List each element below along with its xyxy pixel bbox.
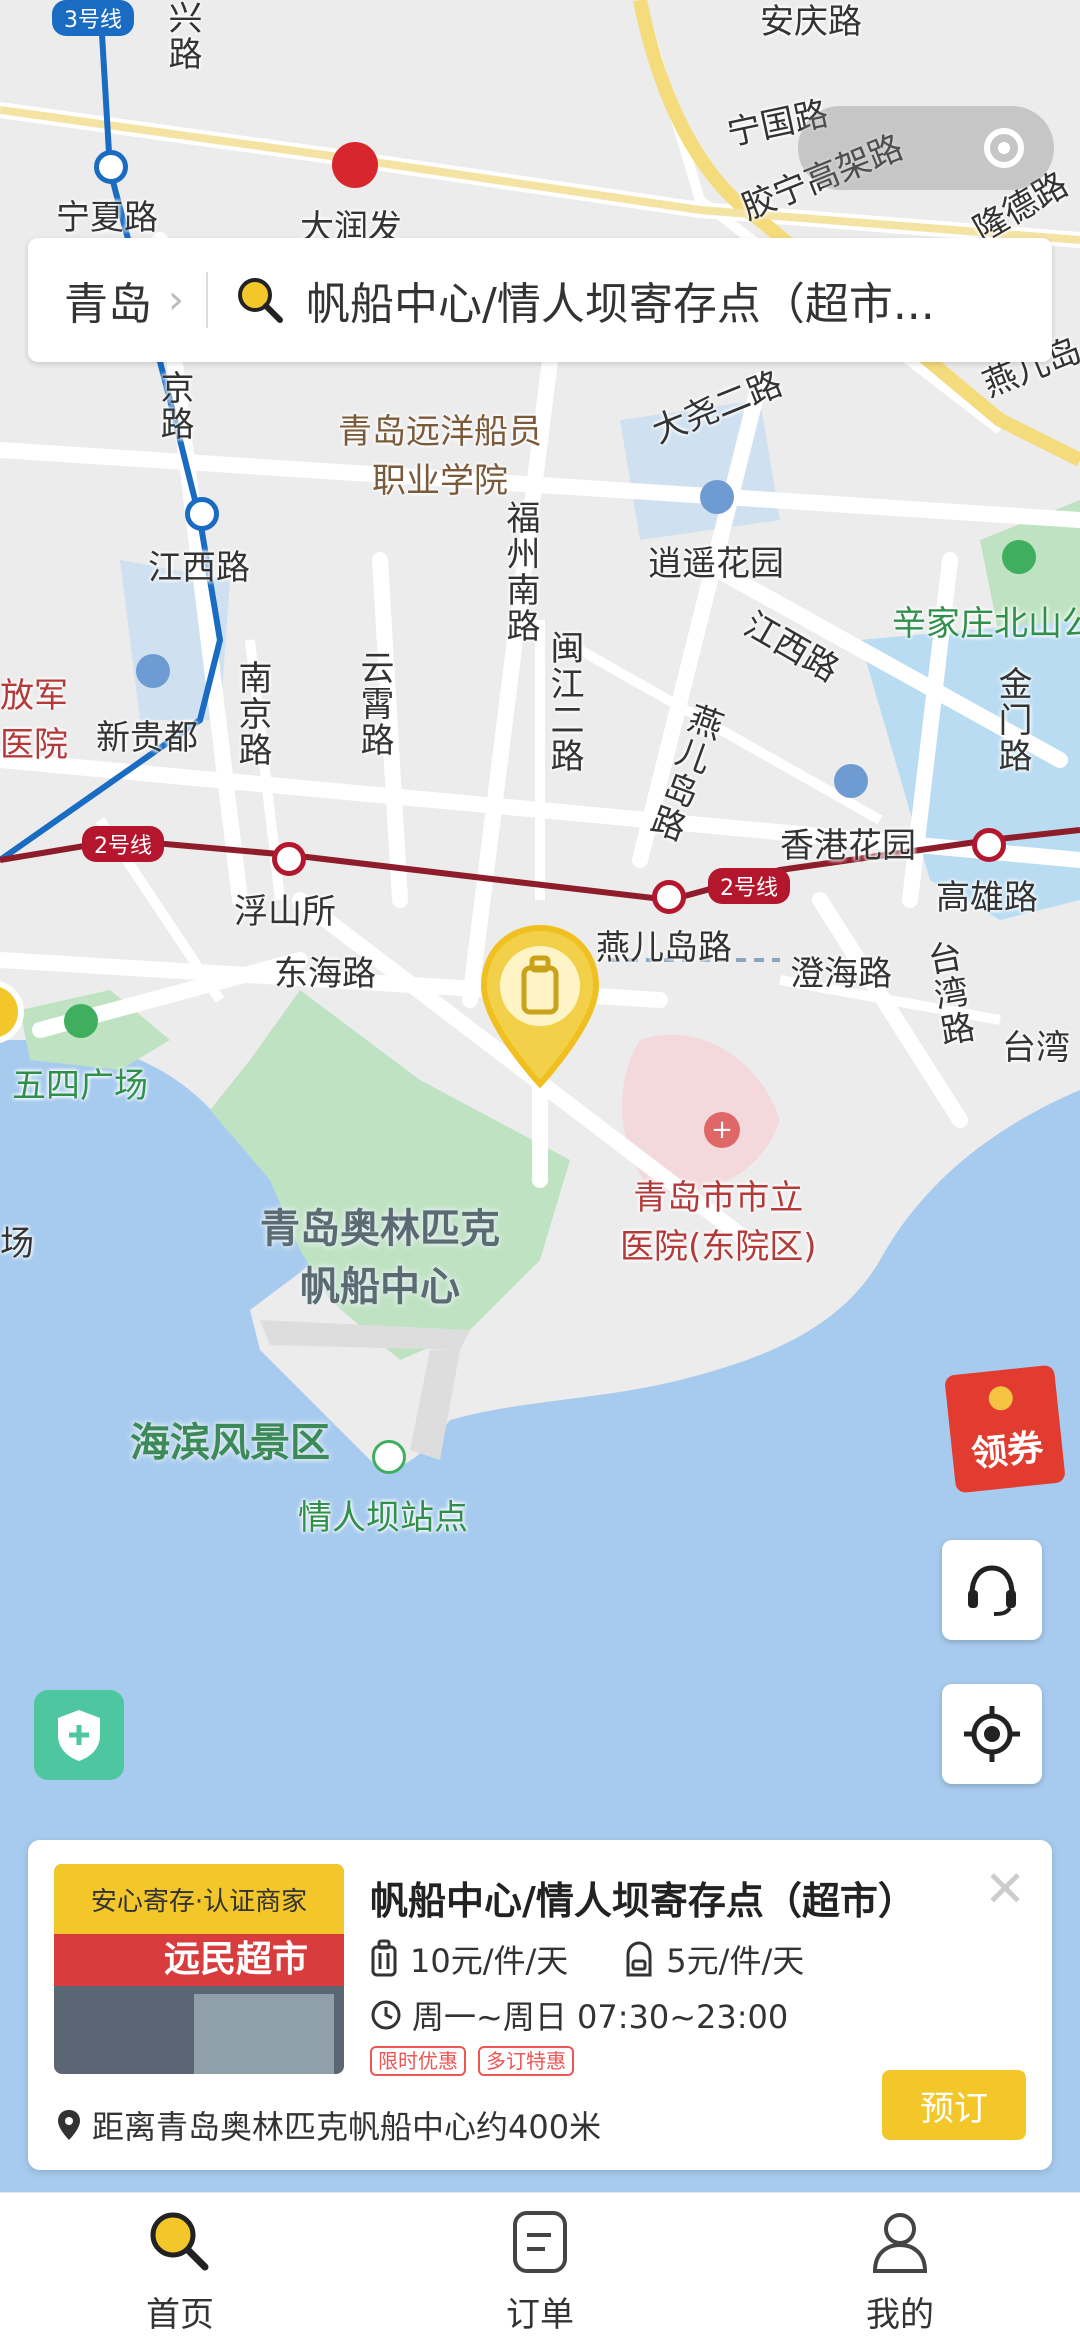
tab-orders[interactable]: 订单	[460, 2207, 620, 2336]
certified-badge: 安心寄存·认证商家	[54, 1864, 344, 1934]
station-icon	[372, 1440, 406, 1474]
residential-icon	[834, 764, 868, 798]
customer-service-button[interactable]	[942, 1540, 1042, 1640]
map-label: 五四广场	[12, 1066, 148, 1106]
close-icon[interactable]: ✕	[984, 1864, 1026, 1914]
residential-icon	[136, 654, 170, 688]
search-input[interactable]: 帆船中心/情人坝寄存点（超市...	[306, 268, 1006, 332]
store-card[interactable]: 安心寄存·认证商家 远民超市 帆船中心/情人坝寄存点（超市） ✕ 10元/件/天…	[28, 1840, 1052, 2170]
bottom-tab-bar: 首页 订单 我的	[0, 2192, 1080, 2341]
tab-home[interactable]: 首页	[100, 2207, 260, 2336]
location-pin-icon	[58, 2110, 80, 2140]
suitcase-icon	[371, 1939, 397, 1977]
order-icon	[513, 2211, 567, 2273]
tab-label: 首页	[146, 2295, 214, 2335]
locate-icon	[964, 1706, 1020, 1762]
metro-station-icon	[185, 497, 219, 531]
map-label: 高雄路	[936, 878, 1038, 918]
profile-icon	[872, 2213, 928, 2273]
map-label: 台湾	[1002, 1028, 1070, 1068]
map-label: 南京路	[232, 660, 272, 768]
opening-hours: 周一~周日 07:30~23:00	[412, 1998, 789, 2036]
luggage-price: 10元/件/天	[410, 1942, 569, 1980]
distance-row: 距离青岛奥林匹克帆船中心约400米	[56, 2102, 601, 2148]
promo-tag: 限时优惠	[370, 2046, 466, 2076]
bag-price: 5元/件/天	[666, 1942, 805, 1980]
map-label: 兴路	[162, 0, 202, 72]
insurance-shield-button[interactable]	[34, 1690, 124, 1780]
map-label: 场	[0, 1224, 34, 1264]
metro-station-icon	[652, 880, 686, 914]
map-label: 新贵都	[96, 718, 198, 758]
store-title: 帆船中心/情人坝寄存点（超市）	[370, 1879, 916, 1923]
metro-line2-tag: 2号线	[82, 826, 164, 862]
hours-row: 周一~周日 07:30~23:00	[370, 1992, 788, 2038]
promo-tag: 多订特惠	[478, 2046, 574, 2076]
store-photo: 安心寄存·认证商家 远民超市	[54, 1864, 344, 2074]
search-bar[interactable]: 青岛 › 帆船中心/情人坝寄存点（超市...	[28, 238, 1052, 362]
park-icon	[1002, 540, 1036, 574]
coupon-button[interactable]: 领券	[944, 1364, 1066, 1494]
map-label: 青岛市市立 医院(东院区)	[620, 1178, 817, 1267]
headset-icon	[968, 1565, 1016, 1616]
residential-icon	[700, 480, 734, 514]
map-label: 燕儿岛路	[596, 928, 732, 968]
metro-station-icon	[94, 150, 128, 184]
price-row: 10元/件/天 5元/件/天	[370, 1936, 804, 1982]
book-button[interactable]: 预订	[882, 2070, 1026, 2140]
darunfa-logo-icon	[332, 142, 378, 188]
map-label: 江西路	[148, 548, 250, 588]
map-label: 情人坝站点	[298, 1498, 468, 1538]
miniapp-capsule[interactable]	[798, 106, 1054, 190]
clock-icon	[371, 2000, 401, 2030]
hospital-icon: +	[704, 1112, 740, 1148]
map-label: 东海路	[274, 954, 376, 994]
tab-label: 我的	[866, 2295, 934, 2335]
map-label: 逍遥花园	[648, 544, 784, 584]
map-label: 澄海路	[790, 954, 892, 994]
promo-tags: 限时优惠 多订特惠	[370, 2046, 586, 2076]
map-label: 海滨风景区	[130, 1420, 330, 1466]
divider	[206, 272, 208, 328]
city-selector[interactable]: 青岛	[64, 268, 152, 332]
metro-station-icon	[972, 828, 1006, 862]
chevron-right-icon: ›	[168, 277, 184, 323]
locate-button[interactable]	[942, 1684, 1042, 1784]
map-label: 云霄路	[354, 650, 394, 758]
map-label: 青岛远洋船员 职业学院	[338, 412, 542, 501]
distance-text: 距离青岛奥林匹克帆船中心约400米	[92, 2108, 602, 2146]
map-label: 浮山所	[234, 892, 336, 932]
map-label: 安庆路	[760, 2, 862, 42]
map-label: 金门路	[992, 666, 1032, 774]
search-icon	[150, 2212, 209, 2271]
map-label: 香港花园	[780, 826, 916, 866]
map-label: 福州南路	[500, 500, 540, 644]
backpack-icon	[626, 1941, 652, 1977]
metro-line3-tag: 3号线	[52, 0, 134, 36]
park-icon	[64, 1004, 98, 1038]
tab-profile[interactable]: 我的	[820, 2207, 980, 2336]
map-label: 放军 医院	[0, 676, 68, 765]
close-target-icon[interactable]	[984, 128, 1024, 168]
map-label: 辛家庄北山公	[892, 604, 1080, 644]
map-label: 闽江二路	[544, 630, 584, 774]
luggage-pin-icon[interactable]	[478, 924, 602, 1092]
metro-station-icon	[272, 842, 306, 876]
coupon-coin-icon	[987, 1385, 1014, 1412]
map-label: 宁夏路	[56, 198, 158, 238]
store-sign: 远民超市	[54, 1934, 344, 1986]
tab-label: 订单	[506, 2295, 574, 2335]
search-icon	[238, 278, 283, 323]
map-label: 青岛奥林匹克 帆船中心	[260, 1206, 500, 1310]
map-label: 京路	[154, 370, 194, 442]
coupon-label: 领券	[969, 1427, 1046, 1476]
shield-icon	[58, 1710, 100, 1761]
metro-line2-tag: 2号线	[708, 868, 790, 904]
store-shelf	[194, 1994, 334, 2074]
